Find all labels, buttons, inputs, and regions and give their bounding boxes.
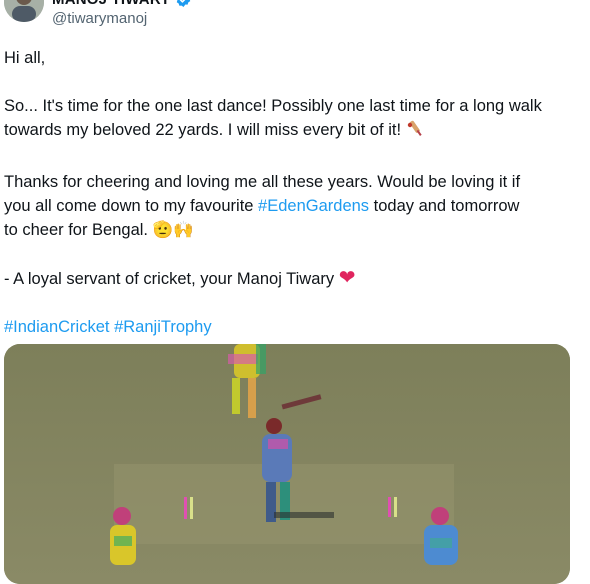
paragraph-2-line-2: you all come down to my favourite #EdenG… bbox=[4, 194, 584, 218]
tweet-text: Hi all, So... It's time for the one last… bbox=[4, 46, 584, 339]
verified-badge-icon bbox=[175, 0, 192, 8]
hashtag-ranji-trophy[interactable]: #RanjiTrophy bbox=[114, 318, 212, 336]
paragraph-1-line-2: towards my beloved 22 yards. I will miss… bbox=[4, 118, 584, 146]
paragraph-1-line-2-text: towards my beloved 22 yards. I will miss… bbox=[4, 121, 402, 139]
paragraph-2-line-2-start: you all come down to my favourite bbox=[4, 197, 259, 215]
paragraph-2-line-2-end: today and tomorrow bbox=[369, 197, 520, 215]
paragraph-1-line-1: So... It's time for the one last dance! … bbox=[4, 97, 542, 115]
salute-emoji-icon: 🫡🙌 bbox=[152, 221, 194, 239]
paragraph-2-line-3-text: to cheer for Bengal. bbox=[4, 221, 149, 239]
hashtag-eden-gardens[interactable]: #EdenGardens bbox=[258, 197, 369, 215]
more-options-icon[interactable] bbox=[550, 0, 574, 10]
hashtag-indian-cricket[interactable]: #IndianCricket bbox=[4, 318, 109, 336]
signoff-text: - A loyal servant of cricket, your Manoj… bbox=[4, 270, 335, 288]
cricket-match-scene bbox=[4, 344, 570, 584]
greeting-line: Hi all, bbox=[4, 49, 46, 67]
avatar[interactable] bbox=[4, 0, 44, 22]
author-name[interactable]: MANOJ TIWARY bbox=[52, 0, 171, 8]
paragraph-2-line-1: Thanks for cheering and loving me all th… bbox=[4, 173, 521, 191]
signoff-line: - A loyal servant of cricket, your Manoj… bbox=[4, 266, 584, 291]
paragraph-2-line-3: to cheer for Bengal. 🫡🙌 bbox=[4, 218, 584, 242]
tweet-media-image[interactable] bbox=[4, 344, 570, 584]
cricket-bat-icon bbox=[406, 119, 426, 146]
author-handle[interactable]: @tiwarymanoj bbox=[52, 10, 147, 27]
heart-icon: ❤ bbox=[338, 267, 356, 289]
tweet-header: MANOJ TIWARY @tiwarymanoj bbox=[0, 0, 590, 34]
hashtag-row: #IndianCricket #RanjiTrophy bbox=[4, 315, 584, 339]
